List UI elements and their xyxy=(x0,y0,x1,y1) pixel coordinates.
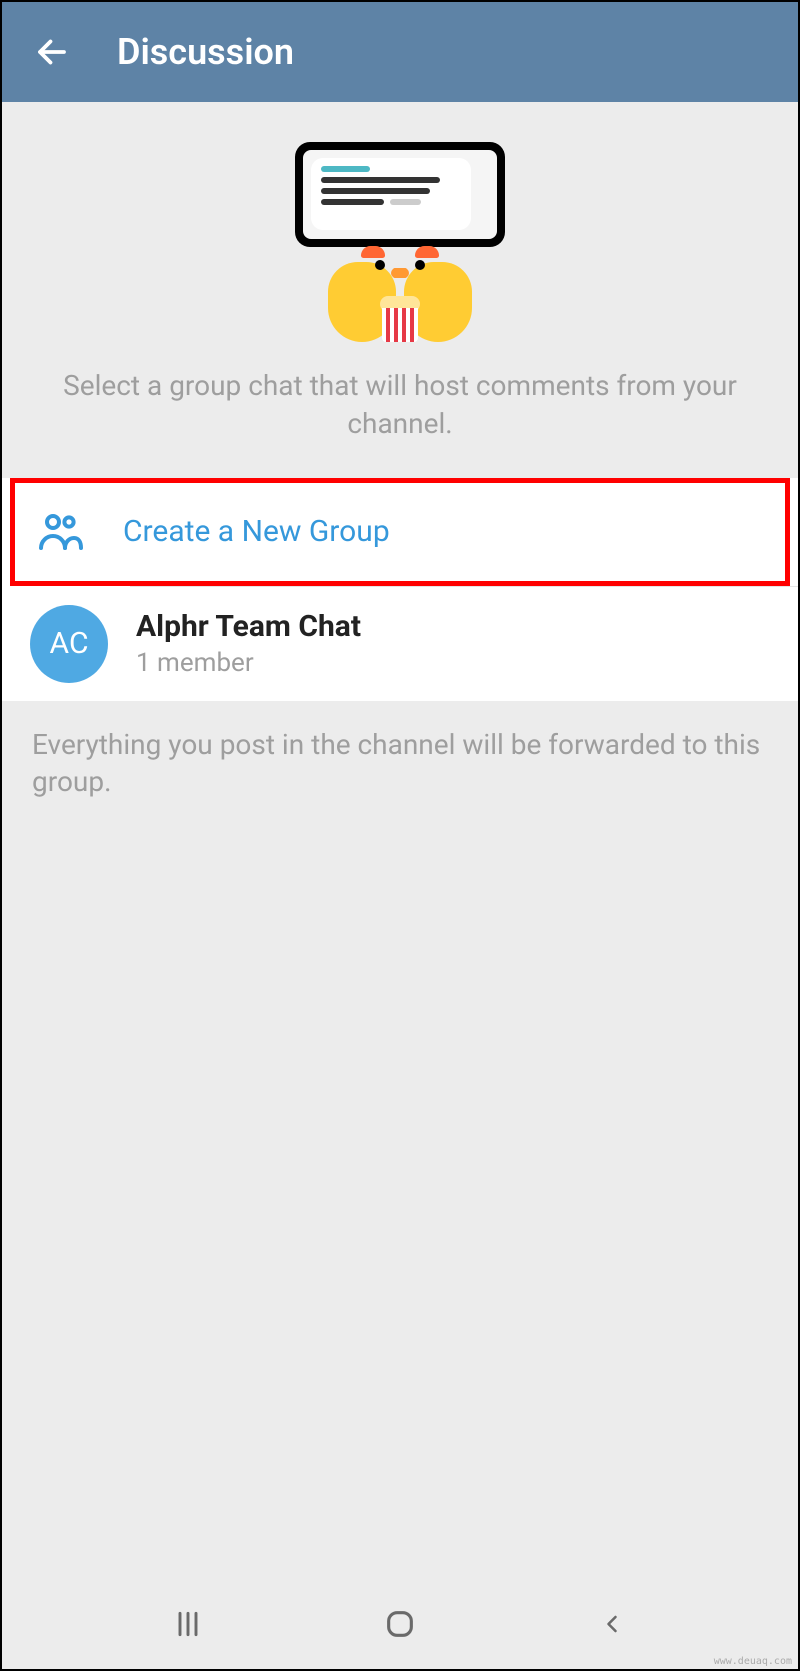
page-title: Discussion xyxy=(117,31,294,73)
recent-apps-icon xyxy=(172,1608,204,1640)
back-nav-button[interactable] xyxy=(582,1594,642,1654)
create-new-group-button[interactable]: Create a New Group xyxy=(15,483,785,581)
android-nav-bar xyxy=(2,1579,798,1669)
recent-apps-button[interactable] xyxy=(158,1594,218,1654)
content-area: Select a group chat that will host comme… xyxy=(2,102,798,826)
highlight-annotation: Create a New Group xyxy=(10,478,790,586)
back-button[interactable] xyxy=(32,32,72,72)
chat-name: Alphr Team Chat xyxy=(136,609,361,644)
people-icon xyxy=(37,508,85,556)
app-header: Discussion xyxy=(2,2,798,102)
arrow-left-icon xyxy=(34,34,70,70)
home-icon xyxy=(383,1607,417,1641)
phone-icon xyxy=(295,142,505,247)
footer-note: Everything you post in the channel will … xyxy=(2,701,798,827)
chat-members: 1 member xyxy=(136,648,361,678)
group-chat-row[interactable]: AC Alphr Team Chat 1 member xyxy=(2,587,798,701)
create-group-label: Create a New Group xyxy=(123,514,390,549)
avatar: AC xyxy=(30,605,108,683)
home-button[interactable] xyxy=(370,1594,430,1654)
illustration xyxy=(2,142,798,342)
description-text: Select a group chat that will host comme… xyxy=(2,367,798,443)
chevron-left-icon xyxy=(598,1610,626,1638)
watermark: www.deuaq.com xyxy=(714,1656,792,1667)
list-section: Create a New Group AC Alphr Team Chat 1 … xyxy=(2,478,798,701)
popcorn-icon xyxy=(382,300,418,342)
